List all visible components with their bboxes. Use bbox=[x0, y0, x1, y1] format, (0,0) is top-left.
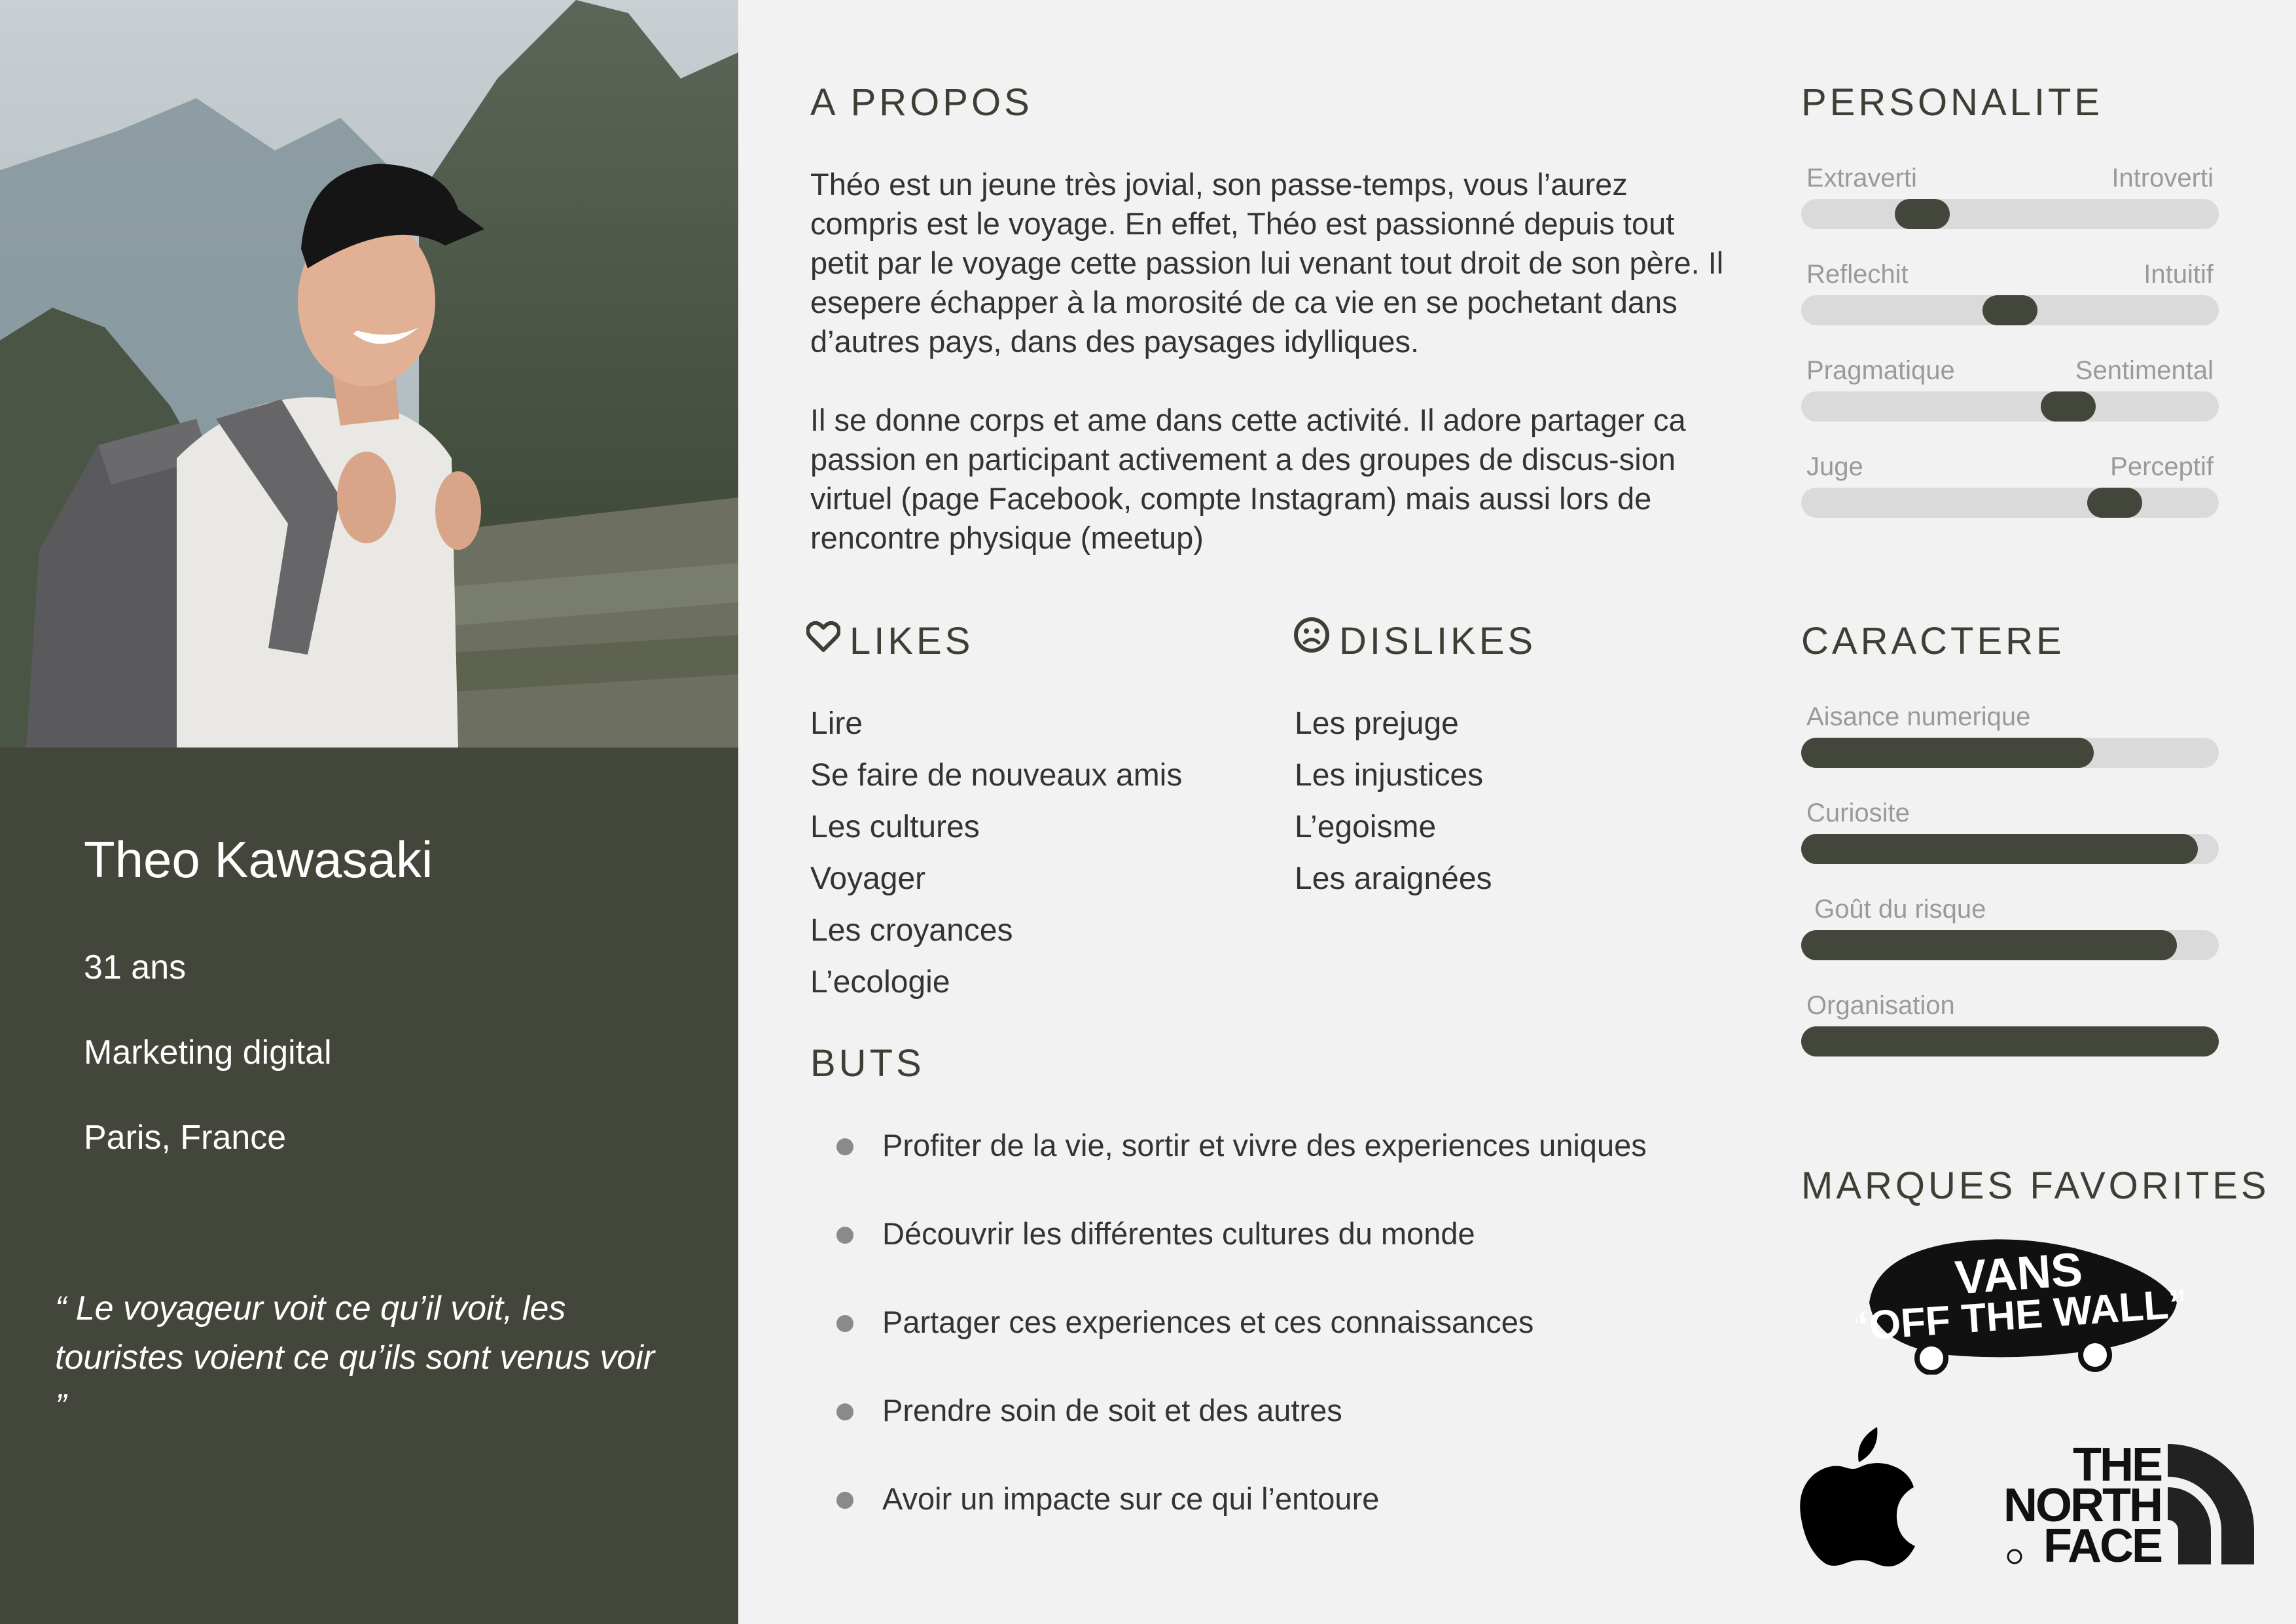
bullet-icon bbox=[836, 1138, 853, 1155]
list-item: L’egoisme bbox=[1295, 810, 1437, 844]
likes-heading: LIKES bbox=[806, 619, 973, 666]
likes-title: LIKES bbox=[850, 620, 974, 662]
scale-track bbox=[1801, 488, 2219, 518]
personality-scale: Juge Perceptif bbox=[1801, 454, 2219, 519]
persona-age: 31 ans bbox=[84, 948, 187, 986]
trait-fill bbox=[1801, 930, 2177, 960]
dislikes-heading: DISLIKES bbox=[1293, 617, 1537, 667]
profile-photo bbox=[0, 0, 738, 748]
list-item: Voyager bbox=[810, 861, 926, 896]
trait-track bbox=[1801, 834, 2219, 864]
scale-knob bbox=[2041, 391, 2096, 422]
list-item: Les croyances bbox=[810, 913, 1013, 948]
bullet-icon bbox=[836, 1315, 853, 1332]
about-paragraph-2: Il se donne corps et ame dans cette acti… bbox=[810, 403, 1686, 555]
trait-label: Curiosite bbox=[1806, 799, 1910, 827]
trait-track bbox=[1801, 1026, 2219, 1056]
persona-quote: “ Le voyageur voit ce qu’il voit, les to… bbox=[55, 1290, 655, 1426]
likes-list: Lire Se faire de nouveaux amis Les cultu… bbox=[810, 698, 1182, 1008]
scale-left-label: Extraverti bbox=[1806, 164, 1917, 192]
trait-fill bbox=[1801, 834, 2198, 864]
sad-face-icon bbox=[1293, 617, 1330, 664]
list-item: Les prejuge bbox=[1295, 706, 1459, 741]
scale-right-label: Intuitif bbox=[2144, 260, 2214, 289]
scale-track bbox=[1801, 391, 2219, 422]
character-bar: Goût du risque bbox=[1801, 896, 2219, 962]
trait-label: Goût du risque bbox=[1814, 895, 1986, 924]
goal-text: Prendre soin de soit et des autres bbox=[882, 1393, 1342, 1428]
heart-icon bbox=[806, 617, 841, 663]
goal-text: Profiter de la vie, sortir et vivre des … bbox=[882, 1128, 1647, 1163]
scale-track bbox=[1801, 199, 2219, 229]
scale-right-label: Perceptif bbox=[2110, 452, 2214, 481]
goal-text: Avoir un impacte sur ce qui l’entoure bbox=[882, 1481, 1380, 1516]
character-bar: Organisation bbox=[1801, 992, 2219, 1058]
about-paragraph-1: Théo est un jeune très jovial, son passe… bbox=[810, 167, 1724, 359]
scale-knob bbox=[1895, 199, 1950, 229]
scale-right-label: Sentimental bbox=[2075, 356, 2214, 385]
scale-knob bbox=[2087, 488, 2142, 518]
bullet-icon bbox=[836, 1492, 853, 1509]
tnf-word-face: FACE bbox=[2043, 1520, 2162, 1567]
list-item: Lire bbox=[810, 706, 863, 741]
trait-fill bbox=[1801, 1026, 2219, 1056]
trait-track bbox=[1801, 930, 2219, 960]
scale-right-label: Introverti bbox=[2111, 164, 2214, 192]
scale-track bbox=[1801, 295, 2219, 325]
trait-label: Aisance numerique bbox=[1806, 702, 2031, 731]
profile-panel: Theo Kawasaki 31 ans Marketing digital P… bbox=[0, 748, 738, 1624]
vans-logo: VANS “OFF THE WALL” bbox=[1848, 1231, 2190, 1378]
dislikes-title: DISLIKES bbox=[1339, 620, 1537, 662]
profile-column: Theo Kawasaki 31 ans Marketing digital P… bbox=[0, 0, 738, 1624]
trait-label: Organisation bbox=[1806, 991, 1955, 1020]
personality-heading: PERSONALITE bbox=[1801, 81, 2104, 124]
list-item: L’ecologie bbox=[810, 965, 950, 1000]
bullet-icon bbox=[836, 1403, 853, 1420]
list-item: Les injustices bbox=[1295, 758, 1484, 793]
personality-scale: Pragmatique Sentimental bbox=[1801, 357, 2219, 423]
trait-fill bbox=[1801, 738, 2094, 768]
persona-job: Marketing digital bbox=[84, 1034, 332, 1072]
scale-left-label: Reflechit bbox=[1806, 260, 1909, 289]
persona-name: Theo Kawasaki bbox=[84, 831, 433, 888]
bullet-icon bbox=[836, 1227, 853, 1244]
about-heading: A PROPOS bbox=[810, 81, 1033, 124]
personality-scale: Extraverti Introverti bbox=[1801, 165, 2219, 230]
character-bar: Curiosite bbox=[1801, 800, 2219, 865]
scale-left-label: Juge bbox=[1806, 452, 1863, 481]
the-north-face-logo: THE NORTH FACE bbox=[1971, 1439, 2257, 1572]
character-bar: Aisance numerique bbox=[1801, 704, 2219, 769]
goal-text: Découvrir les différentes cultures du mo… bbox=[882, 1216, 1475, 1251]
scale-knob bbox=[1982, 295, 2037, 325]
scale-left-label: Pragmatique bbox=[1806, 356, 1955, 385]
persona-location: Paris, France bbox=[84, 1119, 287, 1157]
list-item: Les cultures bbox=[810, 810, 980, 844]
trait-track bbox=[1801, 738, 2219, 768]
apple-logo bbox=[1799, 1427, 1915, 1570]
personality-scale: Reflechit Intuitif bbox=[1801, 261, 2219, 327]
goals-heading: BUTS bbox=[810, 1042, 925, 1085]
list-item: Les araignées bbox=[1295, 861, 1492, 896]
character-heading: CARACTERE bbox=[1801, 620, 2065, 662]
goal-text: Partager ces experiences et ces connaiss… bbox=[882, 1305, 1534, 1339]
brands-heading: MARQUES FAVORITES bbox=[1801, 1164, 2270, 1207]
dislikes-list: Les prejuge Les injustices L’egoisme Les… bbox=[1295, 698, 1492, 905]
list-item: Se faire de nouveaux amis bbox=[810, 758, 1183, 793]
